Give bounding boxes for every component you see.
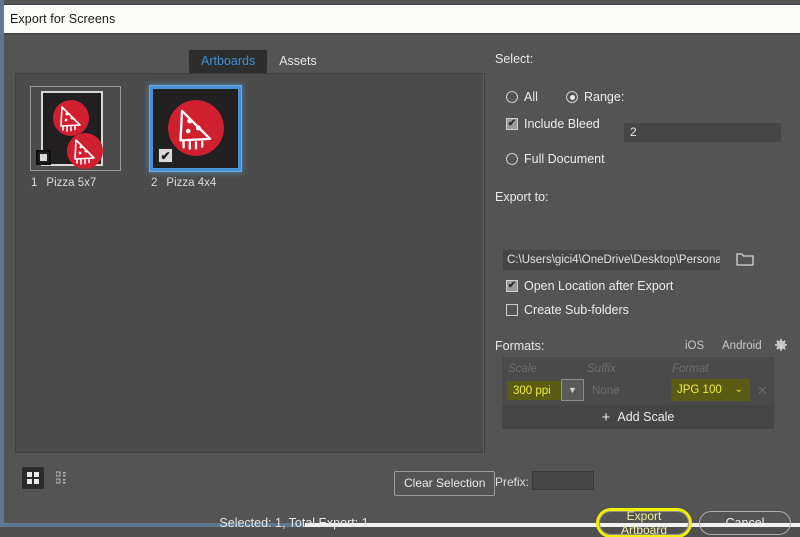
window-title: Export for Screens [10, 12, 116, 26]
artboard-number-2: 2 [151, 177, 158, 189]
list-view-glyph [56, 471, 66, 484]
gear-glyph [775, 339, 787, 351]
column-header-scale: Scale [508, 363, 537, 375]
add-scale-button[interactable]: + Add Scale [502, 405, 774, 429]
status-text: Selected: 1, Total Export: 1 [219, 516, 369, 530]
radio-full-document-indicator [506, 153, 518, 165]
plus-icon: + [601, 408, 611, 426]
checkbox-create-subfolders-label: Create Sub-folders [524, 303, 629, 317]
select-section-title: Select: [495, 52, 534, 66]
radio-all-indicator [506, 91, 518, 103]
clear-selection-button[interactable]: Clear Selection [394, 471, 496, 496]
export-for-screens-dialog: Export for Screens Artboards Assets 1 Pi… [0, 0, 800, 537]
checkbox-open-location-indicator: ✔ [506, 280, 518, 292]
artboard-item-2[interactable]: ✔ 2 Pizza 4x4 [150, 86, 245, 189]
checkbox-create-subfolders[interactable]: Create Sub-folders [506, 303, 629, 317]
export-artboard-button[interactable]: Export Artboard [599, 509, 689, 537]
add-scale-label: Add Scale [617, 410, 675, 424]
column-header-format: Format [672, 363, 709, 375]
radio-full-document-label: Full Document [524, 152, 605, 166]
artboard-number-1: 1 [31, 177, 38, 189]
format-select[interactable]: JPG 100 ⌄ [671, 379, 750, 401]
checkbox-include-bleed-label: Include Bleed [524, 117, 600, 131]
preset-android-button[interactable]: Android [722, 340, 762, 352]
radio-range[interactable]: Range: [566, 90, 624, 104]
artboard-item-1[interactable]: 1 Pizza 5x7 [30, 86, 125, 189]
pizza-slice-icon [168, 100, 224, 156]
export-to-section-title: Export to: [495, 190, 549, 204]
artboard-name-2: Pizza 4x4 [166, 177, 217, 189]
tab-bar: Artboards Assets [189, 50, 329, 73]
prefix-input[interactable] [532, 471, 594, 490]
artboard-checkbox-2[interactable]: ✔ [158, 148, 173, 163]
scale-dropdown-arrow-icon[interactable]: ▼ [561, 379, 584, 401]
checkbox-open-location[interactable]: ✔ Open Location after Export [506, 279, 673, 293]
prefix-label: Prefix: [495, 475, 530, 489]
artboard-checkbox-1[interactable] [36, 150, 51, 165]
panel-divider [483, 73, 484, 453]
remove-format-row-icon[interactable]: ✕ [757, 383, 768, 399]
radio-full-document[interactable]: Full Document [506, 152, 605, 166]
radio-range-label: Range: [584, 90, 625, 104]
checkbox-open-location-label: Open Location after Export [524, 279, 674, 293]
cancel-button[interactable]: Cancel [699, 511, 791, 535]
artboard-thumbnail-1[interactable] [30, 86, 121, 171]
view-mode-toggle [22, 467, 75, 489]
dialog-content: Artboards Assets 1 Pizza 5x7 ✔ 2 Pizza 4… [4, 35, 800, 537]
list-view-icon[interactable] [53, 467, 75, 489]
grid-view-icon[interactable] [22, 467, 44, 489]
grid-view-glyph [27, 472, 39, 484]
artboard-name-1: Pizza 5x7 [46, 177, 97, 189]
checkbox-include-bleed-indicator: ✔ [506, 118, 518, 130]
preset-ios-button[interactable]: iOS [685, 340, 704, 352]
pizza-slice-icon [67, 133, 103, 169]
checkbox-create-subfolders-indicator [506, 304, 518, 316]
gear-icon[interactable] [774, 339, 788, 353]
tab-assets[interactable]: Assets [267, 50, 329, 73]
formats-section-title: Formats: [495, 339, 545, 353]
radio-range-indicator [566, 91, 578, 103]
folder-glyph [736, 253, 754, 266]
column-header-suffix: Suffix [587, 363, 616, 375]
range-input[interactable]: 2 [624, 123, 781, 142]
export-path-input[interactable]: C:\Users\gici4\OneDrive\Desktop\Personal [503, 250, 720, 270]
tab-artboards[interactable]: Artboards [189, 50, 268, 73]
radio-all-label: All [524, 90, 538, 104]
chevron-down-icon: ⌄ [734, 384, 743, 395]
title-bar: Export for Screens [4, 4, 800, 33]
artboard-label-1: 1 Pizza 5x7 [30, 177, 125, 189]
artboard-label-2: 2 Pizza 4x4 [150, 177, 245, 189]
format-select-value: JPG 100 [677, 384, 722, 396]
artboard-thumbnail-2[interactable]: ✔ [150, 86, 241, 171]
radio-all[interactable]: All [506, 90, 538, 104]
checkbox-include-bleed[interactable]: ✔ Include Bleed [506, 117, 600, 131]
artboard-thumbnail-list: 1 Pizza 5x7 ✔ 2 Pizza 4x4 [30, 86, 245, 189]
folder-icon[interactable] [736, 251, 754, 268]
artboards-panel: 1 Pizza 5x7 ✔ 2 Pizza 4x4 [15, 73, 485, 453]
